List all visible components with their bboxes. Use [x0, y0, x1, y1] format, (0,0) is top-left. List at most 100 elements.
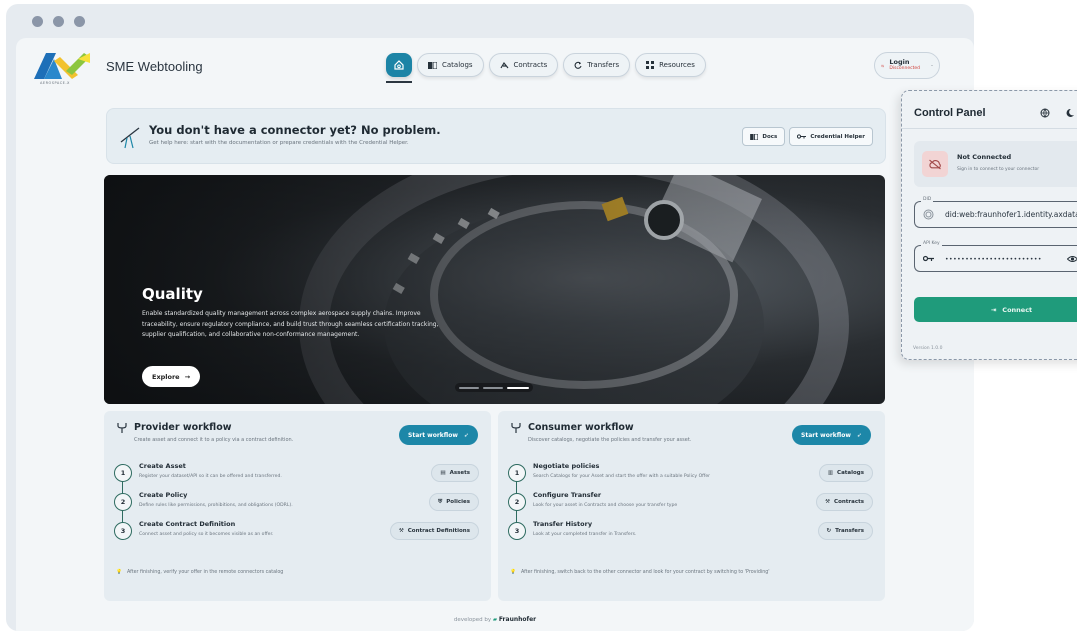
- nav-transfers[interactable]: Transfers: [563, 53, 631, 77]
- aerospace-x-logo[interactable]: AEROSPACE-X: [32, 51, 92, 85]
- chevron-down-icon: [931, 64, 933, 66]
- refresh-icon: [574, 61, 582, 69]
- credential-helper-button[interactable]: Credential Helper: [789, 127, 873, 146]
- api-key-field[interactable]: API Key ••••••••••••••••••••••••: [914, 241, 1077, 272]
- nav-resources-label: Resources: [659, 61, 695, 69]
- api-key-label: API Key: [921, 241, 942, 246]
- shield-icon: ⛨: [438, 498, 443, 505]
- did-label: DID: [921, 197, 934, 202]
- assets-label: Assets: [449, 470, 470, 476]
- provider-hint-text: After finishing, verify your offer in th…: [126, 570, 284, 575]
- fork-icon: [511, 423, 521, 433]
- provider-hint: 💡 After finishing, verify your offer in …: [116, 570, 283, 575]
- version-label: Version 1.0.0: [913, 346, 943, 351]
- consumer-step-3: 3 Transfer History Look at your complete…: [508, 520, 873, 544]
- grid-icon: [646, 61, 655, 69]
- catalogs-button[interactable]: ▥ Catalogs: [818, 464, 873, 482]
- footer: developed by ▰ Fraunhofer: [16, 616, 974, 623]
- provider-step-1: 1 Create Asset Register your dataset/API…: [114, 462, 479, 486]
- contracts-button[interactable]: ⚒ Contracts: [816, 493, 873, 511]
- step-title: Create Policy: [139, 491, 188, 499]
- nav-resources[interactable]: Resources: [635, 53, 706, 77]
- telescope-icon: [120, 127, 140, 149]
- handshake-icon: ⚒: [398, 528, 404, 534]
- carousel-dot[interactable]: [459, 386, 479, 389]
- connection-status-card: Not Connected Sign in to connect to your…: [914, 141, 1077, 187]
- logo-subtext: AEROSPACE-X: [40, 81, 70, 85]
- did-field[interactable]: DID did:web:fraunhofer1.identity.axdata: [914, 197, 1077, 228]
- rocket-icon: ➶: [856, 431, 862, 439]
- consumer-start-button[interactable]: Start workflow ➶: [792, 425, 871, 445]
- connect-label: Connect: [1002, 305, 1033, 314]
- fingerprint-icon: [923, 209, 934, 220]
- app-title: SME Webtooling: [106, 59, 203, 74]
- globe-icon[interactable]: [1040, 108, 1050, 118]
- docs-label: Docs: [762, 133, 778, 140]
- step-title: Transfer History: [533, 520, 593, 528]
- main-nav: Catalogs Contracts Transfers Resources: [386, 53, 706, 77]
- step-number: 2: [508, 493, 526, 511]
- status-title: Not Connected: [957, 153, 1012, 161]
- step-number: 3: [508, 522, 526, 540]
- step-title: Create Asset: [139, 462, 186, 470]
- footer-prefix: developed by: [453, 617, 492, 623]
- book-icon: [750, 133, 759, 140]
- connect-button[interactable]: ⇥ Connect: [914, 297, 1077, 322]
- step-title: Configure Transfer: [533, 491, 602, 499]
- home-button[interactable]: [386, 53, 412, 77]
- nav-contracts[interactable]: Contracts: [488, 53, 559, 77]
- login-arrow-icon: ⇥: [990, 305, 997, 314]
- contract-definitions-button[interactable]: ⚒ Contract Definitions: [389, 522, 479, 540]
- nav-catalogs-label: Catalogs: [442, 61, 473, 69]
- step-description: Register your dataset/API so it can be o…: [139, 474, 282, 479]
- login-dropdown[interactable]: Login Disconnected: [874, 52, 940, 79]
- hero-description: Enable standardized quality management a…: [142, 310, 439, 338]
- explore-button[interactable]: Explore →: [142, 366, 201, 387]
- transfers-label: Transfers: [835, 528, 864, 534]
- contract-definitions-label: Contract Definitions: [407, 528, 470, 534]
- close-window-dot[interactable]: [32, 16, 43, 27]
- transfers-button[interactable]: ↻ Transfers: [817, 522, 873, 540]
- consumer-start-label: Start workflow: [801, 431, 851, 439]
- cloud-off-icon: [922, 151, 948, 177]
- eye-icon[interactable]: [1067, 255, 1077, 263]
- fraunhofer-logo-icon: ▰: [492, 617, 498, 623]
- handshake-icon: ⚒: [825, 499, 831, 505]
- provider-start-button[interactable]: Start workflow ➶: [399, 425, 478, 445]
- app-root: AEROSPACE-X SME Webtooling Catalogs Cont…: [16, 38, 974, 631]
- lightbulb-icon: 💡: [116, 570, 122, 575]
- dark-mode-icon[interactable]: [1065, 108, 1075, 118]
- consumer-step-1: 1 Negotiate policies Search Catalogs for…: [508, 462, 873, 486]
- maximize-window-dot[interactable]: [74, 16, 85, 27]
- api-key-value: ••••••••••••••••••••••••: [945, 256, 1042, 263]
- explore-label: Explore: [152, 372, 180, 381]
- nav-catalogs[interactable]: Catalogs: [417, 53, 484, 77]
- contracts-label: Contracts: [834, 499, 864, 505]
- logo-mark: [34, 53, 90, 79]
- fork-icon: [117, 423, 127, 433]
- carousel-dot-active[interactable]: [507, 386, 529, 389]
- connector-help-banner: You don't have a connector yet? No probl…: [106, 108, 886, 164]
- login-status: Disconnected: [889, 66, 921, 71]
- provider-step-2: 2 Create Policy Define rules like permis…: [114, 491, 479, 515]
- nav-transfers-label: Transfers: [587, 61, 620, 69]
- docs-button[interactable]: Docs: [742, 127, 786, 146]
- refresh-icon: ↻: [826, 528, 832, 534]
- step-description: Look for your asset in Contracts and cho…: [533, 503, 678, 508]
- provider-step-3: 3 Create Contract Definition Connect ass…: [114, 520, 479, 544]
- carousel-dot[interactable]: [483, 386, 503, 389]
- policies-button[interactable]: ⛨ Policies: [429, 493, 479, 511]
- assets-button[interactable]: ▤ Assets: [431, 464, 479, 482]
- nav-contracts-label: Contracts: [513, 61, 548, 69]
- rocket-icon: ➶: [463, 431, 469, 439]
- book-icon: [428, 61, 437, 69]
- lightbulb-icon: 💡: [510, 570, 516, 575]
- login-text: Login Disconnected: [889, 59, 920, 72]
- footer-brand[interactable]: Fraunhofer: [499, 616, 536, 623]
- banner-actions: Docs Credential Helper: [742, 127, 873, 146]
- key-icon: [923, 255, 934, 262]
- step-description: Look at your completed transfer in Trans…: [533, 532, 637, 537]
- minimize-window-dot[interactable]: [53, 16, 64, 27]
- handshake-icon: [500, 61, 508, 69]
- step-number: 2: [114, 493, 132, 511]
